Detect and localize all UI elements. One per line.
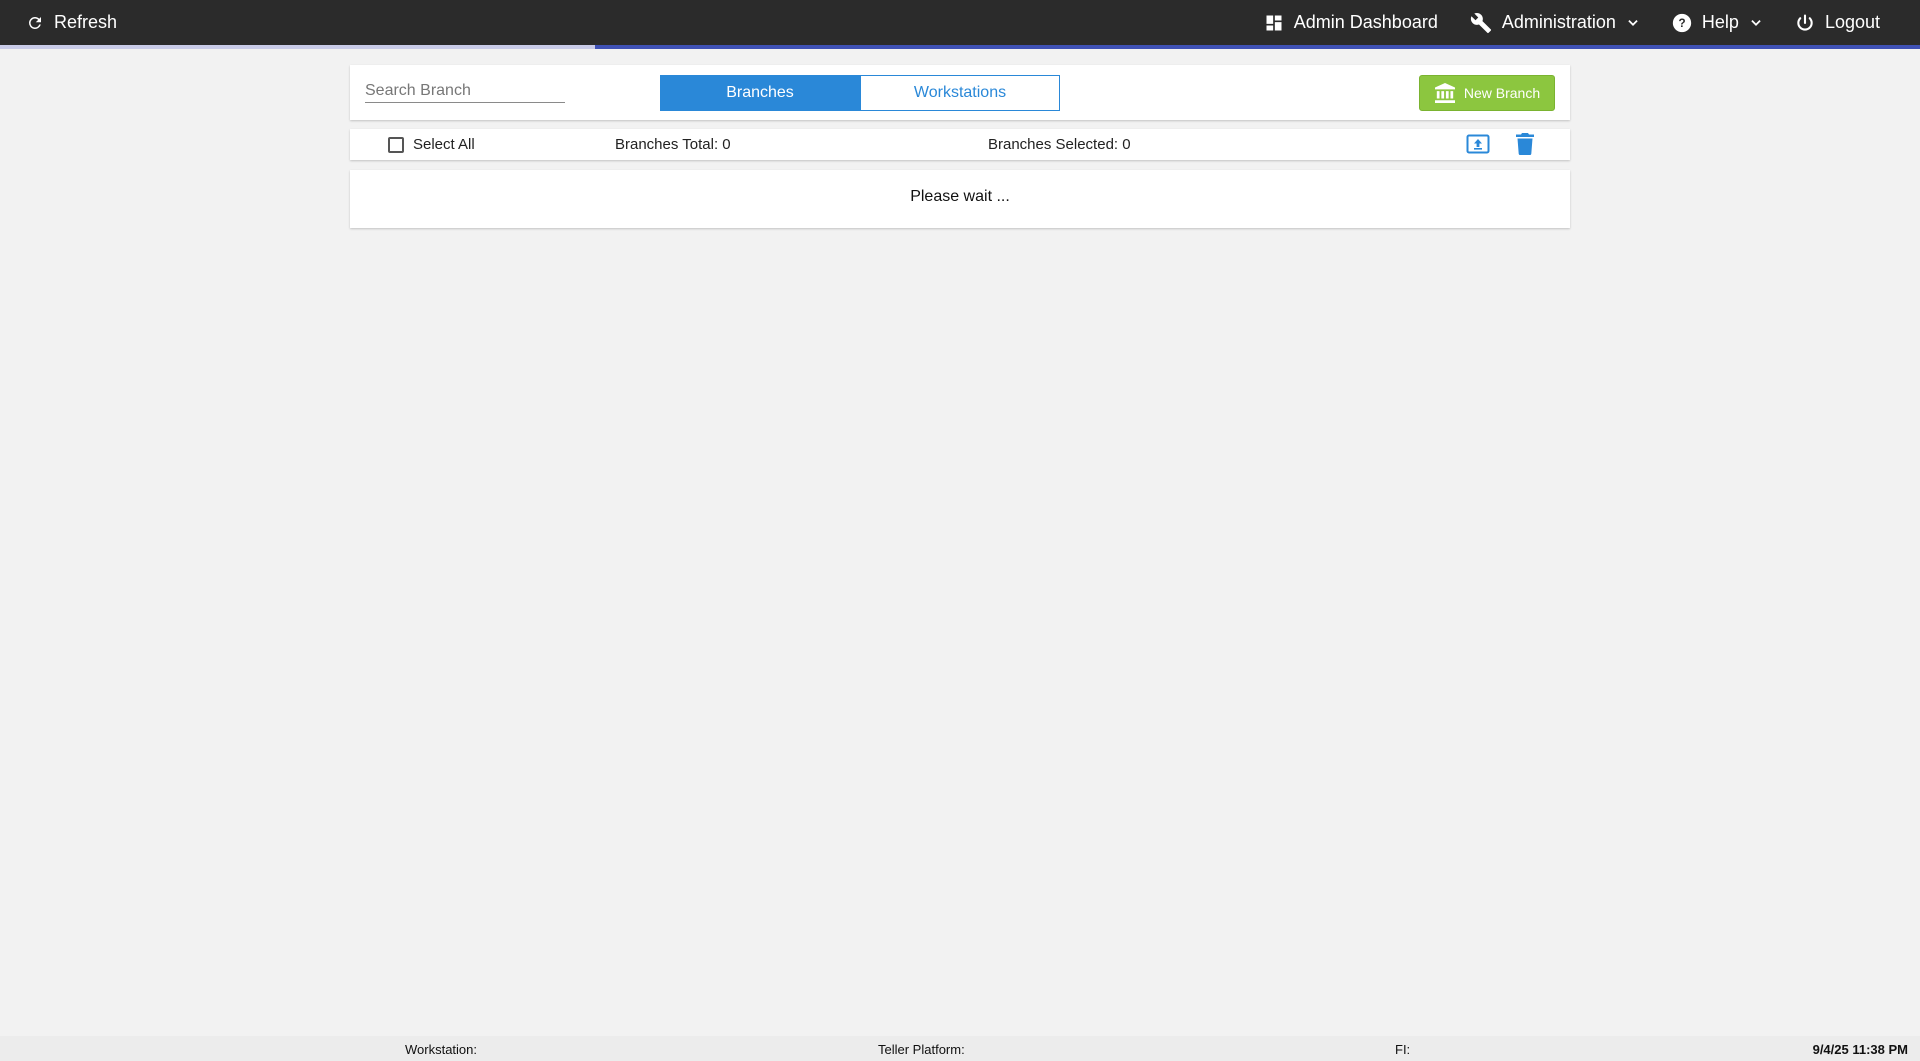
refresh-label: Refresh: [54, 12, 118, 32]
power-icon: [1795, 13, 1815, 33]
new-branch-button[interactable]: New Branch: [1419, 75, 1555, 111]
svg-text:?: ?: [1678, 17, 1685, 30]
select-all-label: Select All: [413, 136, 475, 153]
chevron-down-icon: [1749, 16, 1763, 30]
trash-icon[interactable]: [1516, 133, 1534, 160]
branches-selected: Branches Selected: 0: [988, 136, 1131, 153]
datetime-display: 9/4/25 11:38 PM: [1812, 1042, 1908, 1057]
branch-list-content: Please wait ...: [350, 170, 1570, 228]
logout-button[interactable]: Logout: [1795, 0, 1880, 45]
refresh-button[interactable]: Refresh: [26, 0, 117, 45]
admin-dashboard-label: Admin Dashboard: [1293, 12, 1438, 32]
administration-menu[interactable]: Administration: [1470, 0, 1640, 45]
branch-toolbar: Branches Workstations New Branch: [350, 65, 1570, 120]
view-tabs: Branches Workstations: [660, 75, 1060, 111]
tab-workstations[interactable]: Workstations: [860, 75, 1060, 111]
refresh-icon: [26, 14, 44, 32]
loading-progress-fill: [595, 45, 1920, 49]
new-branch-label: New Branch: [1463, 85, 1541, 101]
bank-icon: [1434, 83, 1456, 103]
help-label: Help: [1701, 12, 1739, 32]
help-icon: ?: [1672, 13, 1692, 33]
workstation-label: Workstation:: [405, 1042, 478, 1057]
chevron-down-icon: [1626, 16, 1640, 30]
tab-branches[interactable]: Branches: [660, 75, 860, 111]
wrench-icon: [1470, 12, 1492, 34]
dashboard-icon: [1264, 13, 1284, 33]
loading-progress-bar: [0, 45, 1920, 49]
upload-icon[interactable]: [1466, 133, 1490, 160]
branch-list-header: Select All Branches Total: 0 Branches Se…: [350, 129, 1570, 160]
checkbox-box[interactable]: [388, 136, 404, 153]
search-branch-input[interactable]: [365, 79, 565, 103]
loading-message: Please wait ...: [910, 188, 1010, 205]
fi-label: FI:: [1395, 1042, 1411, 1057]
administration-label: Administration: [1501, 12, 1616, 32]
logout-label: Logout: [1824, 12, 1880, 32]
top-bar: Refresh Admin Dashboard Administration ?…: [0, 0, 1920, 45]
branches-total: Branches Total: 0: [615, 136, 731, 153]
teller-platform-label: Teller Platform:: [878, 1042, 965, 1057]
select-all-checkbox[interactable]: Select All: [388, 136, 475, 153]
help-menu[interactable]: ? Help: [1672, 0, 1763, 45]
admin-dashboard-link[interactable]: Admin Dashboard: [1264, 0, 1438, 45]
right-nav: Admin Dashboard Administration ? Help Lo…: [1232, 0, 1880, 45]
status-footer: Workstation: Teller Platform: FI: 9/4/25…: [0, 1036, 1920, 1061]
